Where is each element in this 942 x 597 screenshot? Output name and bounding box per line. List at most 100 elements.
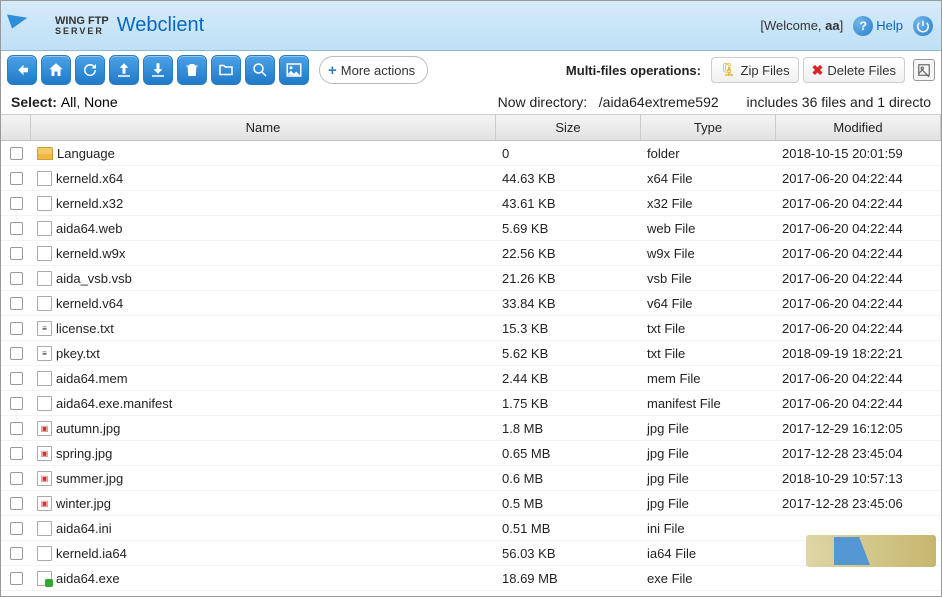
more-actions-button[interactable]: + More actions bbox=[319, 56, 428, 84]
download-button[interactable] bbox=[143, 55, 173, 85]
row-checkbox[interactable] bbox=[10, 397, 23, 410]
welcome-text: [Welcome, aa] bbox=[760, 18, 843, 33]
row-checkbox[interactable] bbox=[10, 297, 23, 310]
table-row[interactable]: aida64.mem2.44 KBmem File2017-06-20 04:2… bbox=[1, 366, 941, 391]
col-modified[interactable]: Modified bbox=[776, 115, 941, 140]
file-name: license.txt bbox=[56, 321, 114, 336]
file-modified: 2017-12-29 16:12:05 bbox=[776, 421, 941, 436]
file-icon bbox=[37, 196, 52, 211]
toggle-view-button[interactable] bbox=[913, 59, 935, 81]
brand-top: WING FTP bbox=[55, 16, 109, 27]
power-icon bbox=[913, 16, 933, 36]
table-row[interactable]: kerneld.x6444.63 KBx64 File2017-06-20 04… bbox=[1, 166, 941, 191]
delete-files-button[interactable]: ✖ Delete Files bbox=[803, 57, 905, 83]
row-checkbox[interactable] bbox=[10, 422, 23, 435]
file-type: jpg File bbox=[641, 421, 776, 436]
upload-button[interactable] bbox=[109, 55, 139, 85]
col-type[interactable]: Type bbox=[641, 115, 776, 140]
logo: WING FTP SERVER Webclient bbox=[9, 11, 204, 41]
col-size[interactable]: Size bbox=[496, 115, 641, 140]
table-row[interactable]: Language0folder2018-10-15 20:01:59 bbox=[1, 141, 941, 166]
table-row[interactable]: aida_vsb.vsb21.26 KBvsb File2017-06-20 0… bbox=[1, 266, 941, 291]
row-checkbox[interactable] bbox=[10, 472, 23, 485]
col-name[interactable]: Name bbox=[31, 115, 496, 140]
logout-button[interactable] bbox=[913, 16, 933, 36]
file-size: 21.26 KB bbox=[496, 271, 641, 286]
file-type: jpg File bbox=[641, 496, 776, 511]
file-count: includes 36 files and 1 directo bbox=[747, 94, 931, 110]
file-name: winter.jpg bbox=[56, 496, 111, 511]
file-icon bbox=[37, 171, 52, 186]
file-size: 5.69 KB bbox=[496, 221, 641, 236]
back-button[interactable] bbox=[7, 55, 37, 85]
help-icon: ? bbox=[853, 16, 873, 36]
file-modified: 2017-06-20 04:22:44 bbox=[776, 221, 941, 236]
row-checkbox[interactable] bbox=[10, 322, 23, 335]
table-row[interactable]: kerneld.x3243.61 KBx32 File2017-06-20 04… bbox=[1, 191, 941, 216]
row-checkbox[interactable] bbox=[10, 147, 23, 160]
home-button[interactable] bbox=[41, 55, 71, 85]
table-row[interactable]: ≡license.txt15.3 KBtxt File2017-06-20 04… bbox=[1, 316, 941, 341]
row-checkbox[interactable] bbox=[10, 572, 23, 585]
file-modified: 2017-12-28 23:45:06 bbox=[776, 496, 941, 511]
table-row[interactable]: ▣winter.jpg0.5 MBjpg File2017-12-28 23:4… bbox=[1, 491, 941, 516]
row-checkbox[interactable] bbox=[10, 347, 23, 360]
table-row[interactable]: aida64.ini0.51 MBini File bbox=[1, 516, 941, 541]
table-row[interactable]: ▣summer.jpg0.6 MBjpg File2018-10-29 10:5… bbox=[1, 466, 941, 491]
row-checkbox[interactable] bbox=[10, 547, 23, 560]
text-icon: ≡ bbox=[37, 346, 52, 361]
file-name: autumn.jpg bbox=[56, 421, 120, 436]
zip-icon: 🗜 bbox=[720, 62, 737, 78]
row-checkbox[interactable] bbox=[10, 522, 23, 535]
image-view-button[interactable] bbox=[279, 55, 309, 85]
file-modified: 2017-06-20 04:22:44 bbox=[776, 396, 941, 411]
table-row[interactable]: kerneld.w9x22.56 KBw9x File2017-06-20 04… bbox=[1, 241, 941, 266]
row-checkbox[interactable] bbox=[10, 372, 23, 385]
help-button[interactable]: ? Help bbox=[853, 16, 903, 36]
refresh-button[interactable] bbox=[75, 55, 105, 85]
table-row[interactable]: kerneld.ia6456.03 KBia64 File bbox=[1, 541, 941, 566]
file-type: exe File bbox=[641, 571, 776, 586]
file-name: kerneld.x64 bbox=[56, 171, 123, 186]
file-name: kerneld.w9x bbox=[56, 246, 125, 261]
file-modified: 2017-06-20 04:22:44 bbox=[776, 296, 941, 311]
table-row[interactable]: ≡pkey.txt5.62 KBtxt File2018-09-19 18:22… bbox=[1, 341, 941, 366]
select-none-link[interactable]: None bbox=[84, 94, 117, 110]
table-row[interactable]: ▣spring.jpg0.65 MBjpg File2017-12-28 23:… bbox=[1, 441, 941, 466]
row-checkbox[interactable] bbox=[10, 247, 23, 260]
file-modified: 2017-06-20 04:22:44 bbox=[776, 246, 941, 261]
file-icon bbox=[37, 221, 52, 236]
search-button[interactable] bbox=[245, 55, 275, 85]
file-modified: 2017-06-20 04:22:44 bbox=[776, 196, 941, 211]
table-row[interactable]: aida64.exe.manifest1.75 KBmanifest File2… bbox=[1, 391, 941, 416]
file-size: 18.69 MB bbox=[496, 571, 641, 586]
file-icon bbox=[37, 296, 52, 311]
file-modified: 2017-06-20 04:22:44 bbox=[776, 321, 941, 336]
row-checkbox[interactable] bbox=[10, 272, 23, 285]
table-row[interactable]: kerneld.v6433.84 KBv64 File2017-06-20 04… bbox=[1, 291, 941, 316]
image-icon: ▣ bbox=[37, 471, 52, 486]
file-size: 43.61 KB bbox=[496, 196, 641, 211]
row-checkbox[interactable] bbox=[10, 222, 23, 235]
file-name: aida64.web bbox=[56, 221, 123, 236]
row-checkbox[interactable] bbox=[10, 497, 23, 510]
row-checkbox[interactable] bbox=[10, 172, 23, 185]
table-row[interactable]: aida64.web 5.69 KBweb File2017-06-20 04:2… bbox=[1, 216, 941, 241]
table-row[interactable]: ▣autumn.jpg1.8 MBjpg File2017-12-29 16:1… bbox=[1, 416, 941, 441]
row-checkbox[interactable] bbox=[10, 197, 23, 210]
table-row[interactable]: aida64.exe18.69 MBexe File bbox=[1, 566, 941, 591]
file-type: w9x File bbox=[641, 246, 776, 261]
new-folder-button[interactable] bbox=[211, 55, 241, 85]
file-name: kerneld.x32 bbox=[56, 196, 123, 211]
file-name: kerneld.ia64 bbox=[56, 546, 127, 561]
zip-files-button[interactable]: 🗜 Zip Files bbox=[711, 57, 799, 83]
image-icon: ▣ bbox=[37, 496, 52, 511]
file-name: summer.jpg bbox=[56, 471, 123, 486]
file-type: web File bbox=[641, 221, 776, 236]
file-name: aida64.mem bbox=[56, 371, 128, 386]
delete-button[interactable] bbox=[177, 55, 207, 85]
row-checkbox[interactable] bbox=[10, 447, 23, 460]
select-all-link[interactable]: All bbox=[61, 94, 77, 110]
file-modified: 2017-06-20 04:22:44 bbox=[776, 271, 941, 286]
file-icon bbox=[37, 271, 52, 286]
